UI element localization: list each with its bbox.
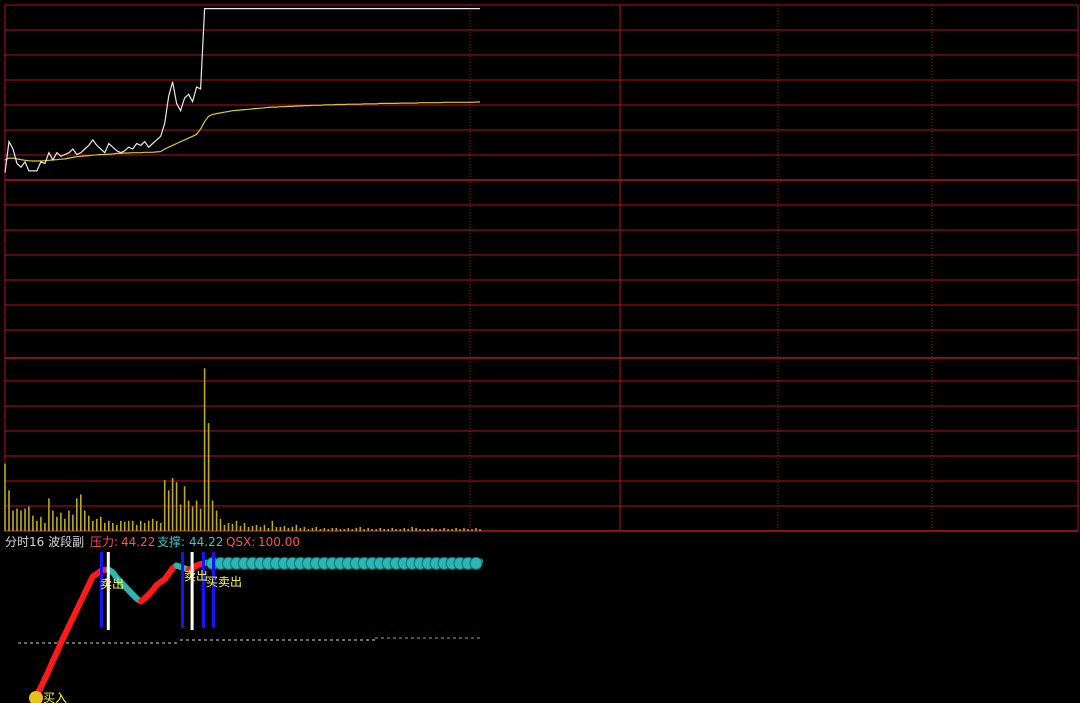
blue-signal-line <box>181 552 184 628</box>
indicator-bead <box>469 556 483 570</box>
blue-signal-line <box>212 552 215 628</box>
qsx-label: QSX: <box>226 535 255 549</box>
indicator-panel: 卖出卖出买卖出买入 分时16 波段副 压力: 44.22 支撑: 44.22 Q… <box>5 534 483 703</box>
qsx-value: 100.00 <box>258 535 300 549</box>
support-value: 44.22 <box>189 535 223 549</box>
average-price-line <box>4 101 480 162</box>
support-label: 支撑: <box>157 534 185 549</box>
pressure-label: 压力: <box>90 535 118 549</box>
pressure-value: 44.22 <box>121 535 155 549</box>
volume-panel <box>4 368 481 531</box>
indicator-signals: 卖出卖出买卖出买入 <box>29 552 242 703</box>
indicator-dotted-lines <box>18 637 480 644</box>
intraday-chart-canvas[interactable]: 卖出卖出买卖出买入 分时16 波段副 压力: 44.22 支撑: 44.22 Q… <box>0 0 1080 703</box>
white-signal-bar <box>190 552 194 630</box>
blue-signal-line <box>202 552 205 628</box>
white-signal-bar <box>106 552 110 630</box>
buy-signal-label: 买入 <box>43 691 67 703</box>
price-line <box>4 8 480 173</box>
indicator-header: 分时16 波段副 压力: 44.22 支撑: 44.22 QSX: 100.00 <box>5 534 300 549</box>
indicator-name: 分时16 波段副 <box>5 534 84 549</box>
chart-grid <box>4 4 1079 532</box>
intraday-chart-window: 卖出 卖出 买卖出 买入 分时16 波段副 压力: 44.22 支撑: 44.22 Q… <box>0 0 1080 703</box>
sell-signal-label: 卖出 <box>100 577 124 591</box>
sell-signal-label: 卖出 <box>184 569 208 583</box>
buy-sell-signal-label: 买卖出 <box>206 575 242 589</box>
price-panel <box>4 8 480 173</box>
